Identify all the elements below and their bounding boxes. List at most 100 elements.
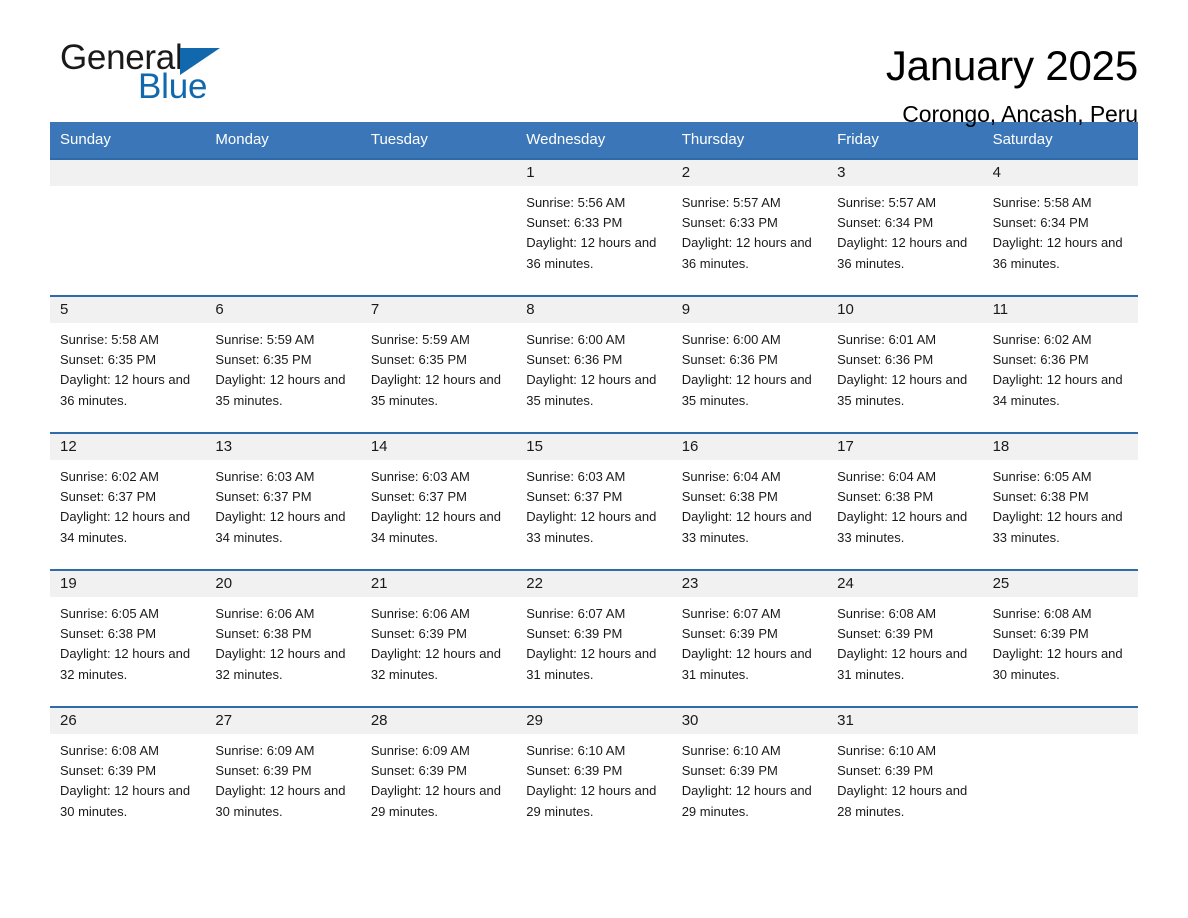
daylight-text: Daylight: 12 hours and 35 minutes. [837,372,968,408]
day-cell[interactable]: 28 Sunrise: 6:09 AM Sunset: 6:39 PM Dayligh… [360,708,517,836]
daylight-text: Daylight: 12 hours and 35 minutes. [215,372,346,408]
day-cell[interactable]: 21 Sunrise: 6:06 AM Sunset: 6:39 PM Dayligh… [360,571,517,699]
day-cell-empty [205,160,361,288]
day-number: 29 [526,712,543,729]
sunrise-text: Sunrise: 6:10 AM [837,743,937,758]
sunrise-text: Sunrise: 6:09 AM [370,743,470,758]
day-number: 27 [215,712,233,729]
sunset-text: Sunset: 6:38 PM [215,626,312,642]
daylight-text: Daylight: 12 hours and 34 minutes. [215,509,346,545]
sunrise-text: Sunrise: 6:03 AM [526,469,626,484]
day-cell[interactable]: 4 Sunrise: 5:58 AM Sunset: 6:34 PM Daylight… [982,160,1138,288]
daylight-text: Daylight: 12 hours and 34 minutes. [992,372,1123,408]
day-cell[interactable]: 22 Sunrise: 6:07 AM Sunset: 6:39 PM Dayligh… [516,571,672,699]
day-cell[interactable]: 17 Sunrise: 6:04 AM Sunset: 6:38 PM Dayligh… [827,434,983,562]
general-blue-logo: General Blue [50,40,310,120]
day-cell[interactable]: 16 Sunrise: 6:04 AM Sunset: 6:38 PM Dayligh… [671,434,828,562]
sunrise-text: Sunrise: 6:02 AM [60,469,159,484]
day-number: 5 [60,301,69,318]
logo-text-blue: Blue [138,67,208,106]
day-cell[interactable]: 19 Sunrise: 6:05 AM Sunset: 6:38 PM Dayligh… [50,571,206,699]
day-number-band: 14 [360,434,517,460]
day-number: 17 [837,438,854,455]
day-cell[interactable]: 6 Sunrise: 5:59 AM Sunset: 6:35 PM Daylight… [205,297,361,425]
day-cell[interactable]: 25 Sunrise: 6:08 AM Sunset: 6:39 PM Dayligh… [982,571,1138,699]
sunrise-text: Sunrise: 6:08 AM [837,606,937,621]
day-cell-empty [50,160,206,288]
day-info: Sunrise: 5:57 AM Sunset: 6:34 PM Daylight:… [827,186,982,274]
day-cell[interactable]: 9 Sunrise: 6:00 AM Sunset: 6:36 PM Daylight… [671,297,828,425]
day-cell[interactable]: 31 Sunrise: 6:10 AM Sunset: 6:39 PM Dayligh… [827,708,983,836]
sunrise-text: Sunrise: 5:57 AM [837,195,937,210]
day-number: 2 [681,164,691,181]
day-cell[interactable]: 7 Sunrise: 5:59 AM Sunset: 6:35 PM Daylight… [360,297,517,425]
sunset-text: Sunset: 6:38 PM [681,489,778,505]
sunrise-text: Sunrise: 6:05 AM [992,469,1092,484]
day-cell[interactable]: 10 Sunrise: 6:01 AM Sunset: 6:36 PM Dayligh… [827,297,983,425]
day-cell[interactable]: 24 Sunrise: 6:08 AM Sunset: 6:39 PM Dayligh… [827,571,983,699]
sunrise-text: Sunrise: 6:10 AM [526,743,626,758]
day-info: Sunrise: 6:08 AM Sunset: 6:39 PM Daylight:… [983,597,1138,685]
sunset-text: Sunset: 6:39 PM [837,763,934,779]
day-info: Sunrise: 5:57 AM Sunset: 6:33 PM Daylight:… [672,186,827,274]
sunrise-text: Sunrise: 6:00 AM [526,332,626,347]
day-number: 24 [837,575,854,592]
day-number: 7 [370,301,380,318]
day-cell[interactable]: 11 Sunrise: 6:02 AM Sunset: 6:36 PM Dayligh… [982,297,1138,425]
day-number-band: 7 [360,297,517,323]
day-cell[interactable]: 8 Sunrise: 6:00 AM Sunset: 6:36 PM Daylight… [516,297,672,425]
sunset-text: Sunset: 6:39 PM [992,626,1089,642]
day-number-band: 12 [50,434,206,460]
daylight-text: Daylight: 12 hours and 31 minutes. [526,646,657,682]
calendar-grid: Sunday Monday Tuesday Wednesday Thursday Frid… [50,122,1138,836]
day-info: Sunrise: 6:03 AM Sunset: 6:37 PM Daylight:… [205,460,360,548]
day-number: 23 [681,575,699,592]
day-cell[interactable]: 27 Sunrise: 6:09 AM Sunset: 6:39 PM Dayligh… [205,708,361,836]
sunset-text: Sunset: 6:37 PM [215,489,312,505]
sunset-text: Sunset: 6:36 PM [992,352,1089,368]
day-cell[interactable]: 23 Sunrise: 6:07 AM Sunset: 6:39 PM Dayligh… [671,571,828,699]
calendar-weeks: 1 Sunrise: 5:56 AM Sunset: 6:33 PM Daylight… [50,158,1138,836]
daylight-text: Daylight: 12 hours and 29 minutes. [370,783,501,819]
day-cell[interactable]: 15 Sunrise: 6:03 AM Sunset: 6:37 PM Dayligh… [516,434,672,562]
sunset-text: Sunset: 6:39 PM [526,763,623,779]
day-cell[interactable]: 3 Sunrise: 5:57 AM Sunset: 6:34 PM Daylight… [827,160,983,288]
day-number: 3 [837,164,846,181]
day-info: Sunrise: 6:05 AM Sunset: 6:38 PM Daylight:… [983,460,1138,548]
day-number: 4 [992,164,1001,181]
day-info: Sunrise: 6:01 AM Sunset: 6:36 PM Daylight:… [827,323,982,411]
day-cell[interactable]: 18 Sunrise: 6:05 AM Sunset: 6:38 PM Dayligh… [982,434,1138,562]
sunset-text: Sunset: 6:35 PM [370,352,467,368]
sunset-text: Sunset: 6:33 PM [526,215,623,231]
sunset-text: Sunset: 6:37 PM [526,489,623,505]
day-info: Sunrise: 6:06 AM Sunset: 6:39 PM Daylight:… [361,597,516,685]
day-cell[interactable]: 14 Sunrise: 6:03 AM Sunset: 6:37 PM Dayligh… [360,434,517,562]
daylight-text: Daylight: 12 hours and 30 minutes. [992,646,1123,682]
week-row: 26 Sunrise: 6:08 AM Sunset: 6:39 PM Dayligh… [50,706,1138,836]
sunset-text: Sunset: 6:37 PM [370,489,467,505]
day-cell[interactable]: 29 Sunrise: 6:10 AM Sunset: 6:39 PM Dayligh… [516,708,672,836]
day-info: Sunrise: 6:08 AM Sunset: 6:39 PM Daylight:… [50,734,205,822]
daylight-text: Daylight: 12 hours and 33 minutes. [681,509,812,545]
day-cell[interactable]: 13 Sunrise: 6:03 AM Sunset: 6:37 PM Dayligh… [205,434,361,562]
day-cell[interactable]: 2 Sunrise: 5:57 AM Sunset: 6:33 PM Daylight… [671,160,828,288]
daylight-text: Daylight: 12 hours and 34 minutes. [60,509,191,545]
weekday-header-thursday: Thursday [681,131,745,148]
day-cell[interactable]: 12 Sunrise: 6:02 AM Sunset: 6:37 PM Dayligh… [50,434,206,562]
daylight-text: Daylight: 12 hours and 36 minutes. [60,372,191,408]
daylight-text: Daylight: 12 hours and 36 minutes. [992,235,1123,271]
day-number-band: 23 [671,571,828,597]
sunset-text: Sunset: 6:36 PM [681,352,778,368]
day-info: Sunrise: 5:59 AM Sunset: 6:35 PM Daylight:… [361,323,516,411]
day-cell[interactable]: 20 Sunrise: 6:06 AM Sunset: 6:38 PM Dayligh… [205,571,361,699]
day-cell[interactable]: 5 Sunrise: 5:58 AM Sunset: 6:35 PM Daylight… [50,297,206,425]
day-info: Sunrise: 6:09 AM Sunset: 6:39 PM Daylight:… [205,734,360,822]
day-number-band [205,160,361,186]
sunrise-text: Sunrise: 5:58 AM [992,195,1092,210]
calendar-page: General Blue January 2025 Corongo, Ancas… [0,0,1188,918]
day-info: Sunrise: 5:58 AM Sunset: 6:34 PM Daylight:… [983,186,1138,274]
day-cell[interactable]: 26 Sunrise: 6:08 AM Sunset: 6:39 PM Dayligh… [50,708,206,836]
day-info: Sunrise: 6:02 AM Sunset: 6:36 PM Daylight:… [983,323,1138,411]
day-cell[interactable]: 30 Sunrise: 6:10 AM Sunset: 6:39 PM Dayligh… [671,708,828,836]
day-cell[interactable]: 1 Sunrise: 5:56 AM Sunset: 6:33 PM Daylight… [516,160,672,288]
